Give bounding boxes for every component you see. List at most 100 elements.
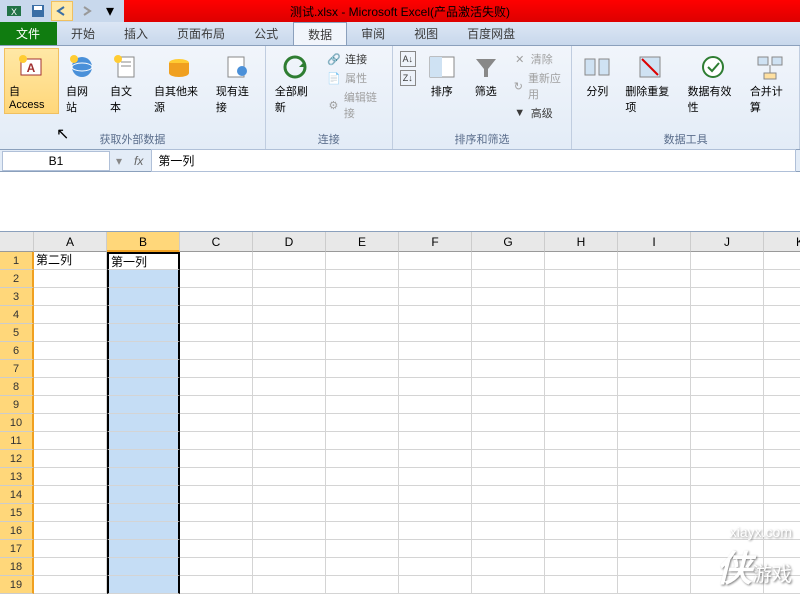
cell-K4[interactable]	[764, 306, 800, 324]
connections-button[interactable]: 🔗连接	[323, 50, 388, 68]
cell-H13[interactable]	[545, 468, 618, 486]
cell-E10[interactable]	[326, 414, 399, 432]
cell-E9[interactable]	[326, 396, 399, 414]
tab-review[interactable]: 审阅	[347, 22, 400, 45]
cell-E12[interactable]	[326, 450, 399, 468]
cell-J6[interactable]	[691, 342, 764, 360]
cell-D8[interactable]	[253, 378, 326, 396]
cell-F7[interactable]	[399, 360, 472, 378]
cell-I10[interactable]	[618, 414, 691, 432]
col-header-B[interactable]: B	[107, 232, 180, 252]
row-header-15[interactable]: 15	[0, 504, 34, 522]
cell-K14[interactable]	[764, 486, 800, 504]
cell-F6[interactable]	[399, 342, 472, 360]
cell-J2[interactable]	[691, 270, 764, 288]
cell-B9[interactable]	[107, 396, 180, 414]
cell-J10[interactable]	[691, 414, 764, 432]
cell-G10[interactable]	[472, 414, 545, 432]
cell-B10[interactable]	[107, 414, 180, 432]
row-header-14[interactable]: 14	[0, 486, 34, 504]
cell-I1[interactable]	[618, 252, 691, 270]
cell-F8[interactable]	[399, 378, 472, 396]
filter-button[interactable]: 筛选	[465, 48, 507, 102]
cell-E18[interactable]	[326, 558, 399, 576]
cell-C7[interactable]	[180, 360, 253, 378]
cell-K12[interactable]	[764, 450, 800, 468]
cell-C2[interactable]	[180, 270, 253, 288]
cell-J8[interactable]	[691, 378, 764, 396]
col-header-J[interactable]: J	[691, 232, 764, 252]
row-header-16[interactable]: 16	[0, 522, 34, 540]
cell-K10[interactable]	[764, 414, 800, 432]
cell-F18[interactable]	[399, 558, 472, 576]
row-header-19[interactable]: 19	[0, 576, 34, 594]
row-header-3[interactable]: 3	[0, 288, 34, 306]
cell-E6[interactable]	[326, 342, 399, 360]
cell-A9[interactable]	[34, 396, 107, 414]
cell-G9[interactable]	[472, 396, 545, 414]
name-box-dropdown-icon[interactable]: ▾	[112, 154, 126, 168]
row-header-13[interactable]: 13	[0, 468, 34, 486]
cell-B2[interactable]	[107, 270, 180, 288]
cell-B6[interactable]	[107, 342, 180, 360]
tab-baidu[interactable]: 百度网盘	[453, 22, 530, 45]
cell-F1[interactable]	[399, 252, 472, 270]
cell-C3[interactable]	[180, 288, 253, 306]
cell-K2[interactable]	[764, 270, 800, 288]
cell-K6[interactable]	[764, 342, 800, 360]
cell-E5[interactable]	[326, 324, 399, 342]
cell-J19[interactable]	[691, 576, 764, 594]
cell-I6[interactable]	[618, 342, 691, 360]
cell-E13[interactable]	[326, 468, 399, 486]
cell-C6[interactable]	[180, 342, 253, 360]
sort-az-button[interactable]: A↓	[397, 50, 419, 68]
cell-H10[interactable]	[545, 414, 618, 432]
excel-icon[interactable]: X	[3, 1, 25, 21]
cell-E8[interactable]	[326, 378, 399, 396]
cell-I5[interactable]	[618, 324, 691, 342]
cell-B3[interactable]	[107, 288, 180, 306]
cell-I4[interactable]	[618, 306, 691, 324]
clear-filter-button[interactable]: ✕清除	[509, 50, 568, 68]
save-icon[interactable]	[27, 1, 49, 21]
cell-I13[interactable]	[618, 468, 691, 486]
cell-G1[interactable]	[472, 252, 545, 270]
from-access-button[interactable]: A 自 Access	[4, 48, 59, 114]
cell-A17[interactable]	[34, 540, 107, 558]
cell-J15[interactable]	[691, 504, 764, 522]
cell-K15[interactable]	[764, 504, 800, 522]
cell-E17[interactable]	[326, 540, 399, 558]
cell-B8[interactable]	[107, 378, 180, 396]
cell-A18[interactable]	[34, 558, 107, 576]
col-header-A[interactable]: A	[34, 232, 107, 252]
cell-C16[interactable]	[180, 522, 253, 540]
cell-B17[interactable]	[107, 540, 180, 558]
cell-B19[interactable]	[107, 576, 180, 594]
cell-F19[interactable]	[399, 576, 472, 594]
cell-E11[interactable]	[326, 432, 399, 450]
cell-F13[interactable]	[399, 468, 472, 486]
cell-C17[interactable]	[180, 540, 253, 558]
cell-E4[interactable]	[326, 306, 399, 324]
row-header-1[interactable]: 1	[0, 252, 34, 270]
cell-I15[interactable]	[618, 504, 691, 522]
cell-I8[interactable]	[618, 378, 691, 396]
cell-D17[interactable]	[253, 540, 326, 558]
text-to-columns-button[interactable]: 分列	[576, 48, 618, 102]
cell-A3[interactable]	[34, 288, 107, 306]
cell-J7[interactable]	[691, 360, 764, 378]
cell-A10[interactable]	[34, 414, 107, 432]
cell-K8[interactable]	[764, 378, 800, 396]
reapply-button[interactable]: ↻重新应用	[509, 69, 568, 103]
col-header-H[interactable]: H	[545, 232, 618, 252]
row-header-4[interactable]: 4	[0, 306, 34, 324]
cell-D6[interactable]	[253, 342, 326, 360]
cell-H3[interactable]	[545, 288, 618, 306]
cell-C13[interactable]	[180, 468, 253, 486]
cell-F11[interactable]	[399, 432, 472, 450]
cell-I14[interactable]	[618, 486, 691, 504]
cell-K16[interactable]	[764, 522, 800, 540]
cell-A15[interactable]	[34, 504, 107, 522]
cell-D18[interactable]	[253, 558, 326, 576]
cell-C12[interactable]	[180, 450, 253, 468]
